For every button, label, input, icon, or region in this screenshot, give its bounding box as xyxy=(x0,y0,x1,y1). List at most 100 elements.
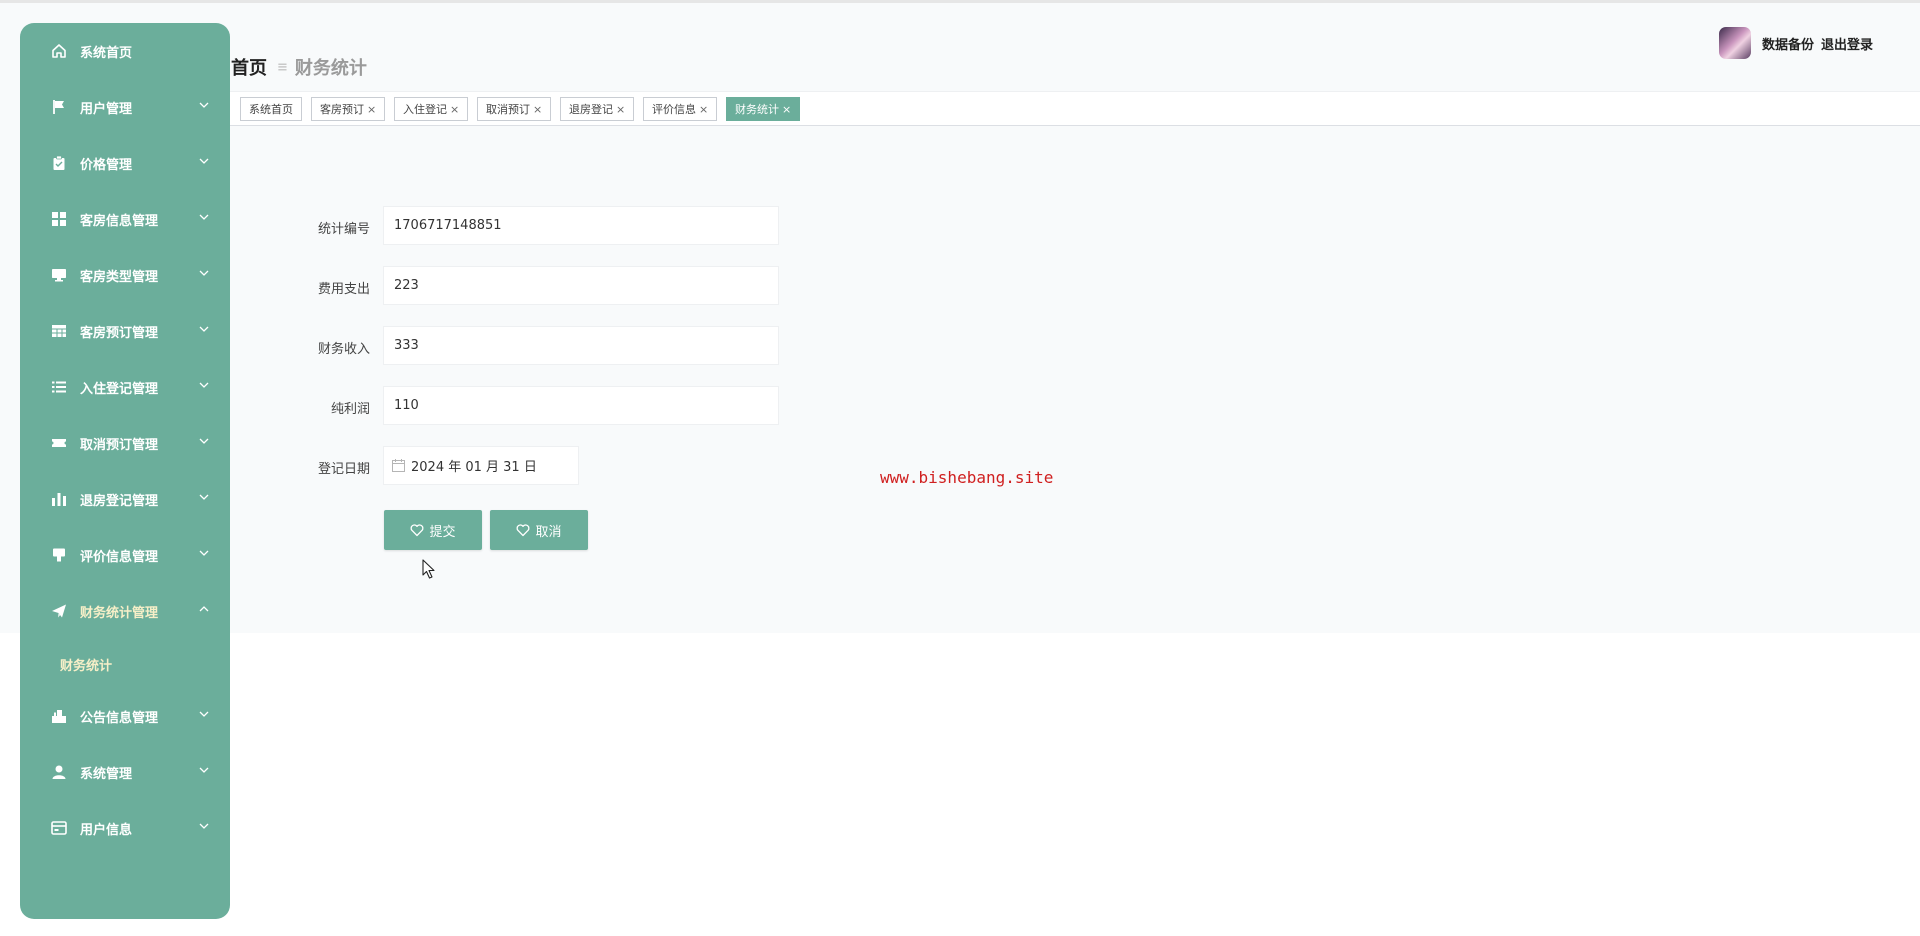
tab-label: 取消预订 xyxy=(486,103,530,116)
chevron-down-icon xyxy=(199,823,209,829)
close-icon[interactable]: × xyxy=(450,103,459,116)
stat-id-input[interactable]: 1706717148851 xyxy=(383,206,779,245)
chevron-down-icon xyxy=(199,382,209,388)
register-date-picker[interactable]: 2024 年 01 月 31 日 xyxy=(383,446,579,485)
sidebar-item-label: 系统管理 xyxy=(80,767,133,782)
sidebar-item-home[interactable]: 系统首页 xyxy=(20,31,230,71)
cancel-button[interactable]: 取消 xyxy=(490,510,588,550)
tabs-bar: 系统首页 客房预订 × 入住登记 × 取消预订 × 退房登记 × 评价信息 × … xyxy=(230,91,1920,126)
sidebar-item-label: 退房登记管理 xyxy=(80,494,159,509)
ticket-icon xyxy=(52,439,66,447)
close-icon[interactable]: × xyxy=(367,103,376,116)
sidebar-item-label: 客房类型管理 xyxy=(80,270,159,285)
chevron-down-icon xyxy=(199,214,209,220)
tab-label: 系统首页 xyxy=(249,103,293,116)
chevron-down-icon xyxy=(199,550,209,556)
avatar[interactable] xyxy=(1718,27,1751,59)
close-icon[interactable]: × xyxy=(782,103,791,116)
income-label: 财务收入 xyxy=(317,342,370,357)
sidebar: 系统首页 用户管理 价格管理 客房信息管理 客房类型管理 客房预订管理 入住登记… xyxy=(20,23,230,919)
sidebar-item-label: 价格管理 xyxy=(80,158,133,173)
tab-label: 入住登记 xyxy=(403,103,447,116)
logout-link[interactable]: 退出登录 xyxy=(1821,34,1873,53)
cancel-label: 取消 xyxy=(535,524,562,540)
monitor-icon xyxy=(52,269,66,282)
id-card-icon xyxy=(51,821,67,835)
chevron-down-icon xyxy=(199,767,209,773)
tab-label: 评价信息 xyxy=(652,103,696,116)
tab-label: 退房登记 xyxy=(569,103,613,116)
breadcrumb-home[interactable]: 首页 xyxy=(231,54,267,80)
tab-reviews[interactable]: 评价信息 × xyxy=(643,97,718,121)
chevron-down-icon xyxy=(199,711,209,717)
sidebar-item-label: 客房信息管理 xyxy=(80,214,159,229)
sidebar-item-checkout-management[interactable]: 退房登记管理 xyxy=(20,479,230,519)
sidebar-item-label: 取消预订管理 xyxy=(80,438,159,453)
user-icon xyxy=(52,765,66,779)
chevron-down-icon xyxy=(199,326,209,332)
header-actions: 数据备份 退出登录 xyxy=(1718,27,1880,59)
sidebar-item-review-management[interactable]: 评价信息管理 xyxy=(20,535,230,575)
submit-label: 提交 xyxy=(429,524,456,540)
tab-checkout[interactable]: 退房登记 × xyxy=(560,97,635,121)
expense-input[interactable]: 223 xyxy=(383,266,779,305)
chevron-down-icon xyxy=(199,438,209,444)
sidebar-item-label: 客房预订管理 xyxy=(80,326,159,341)
breadcrumb: 首页 ≡ 财务统计 xyxy=(231,54,367,80)
calendar-icon xyxy=(392,459,405,472)
sidebar-item-system-management[interactable]: 系统管理 xyxy=(20,752,230,792)
sidebar-item-room-booking-management[interactable]: 客房预订管理 xyxy=(20,311,230,351)
sidebar-item-finance-management[interactable]: 财务统计管理 xyxy=(20,591,230,631)
tab-finance-statistics[interactable]: 财务统计 × xyxy=(726,97,801,121)
comment-icon xyxy=(53,548,65,562)
net-profit-input[interactable]: 110 xyxy=(383,386,779,425)
tab-label: 财务统计 xyxy=(735,103,779,116)
sidebar-item-checkin-management[interactable]: 入住登记管理 xyxy=(20,367,230,407)
tab-room-booking[interactable]: 客房预订 × xyxy=(311,97,386,121)
chevron-down-icon xyxy=(199,494,209,500)
close-icon[interactable]: × xyxy=(533,103,542,116)
chevron-down-icon xyxy=(199,270,209,276)
submenu-item-finance-statistics[interactable]: 财务统计 xyxy=(60,648,210,678)
breadcrumb-separator: ≡ xyxy=(277,59,288,75)
sidebar-item-user-management[interactable]: 用户管理 xyxy=(20,87,230,127)
watermark-text: www.bishebang.site xyxy=(880,468,1054,487)
tab-cancel-booking[interactable]: 取消预订 × xyxy=(477,97,552,121)
home-icon xyxy=(52,44,66,58)
sidebar-item-label: 公告信息管理 xyxy=(80,711,159,726)
sidebar-item-user-info[interactable]: 用户信息 xyxy=(20,808,230,848)
submit-button[interactable]: 提交 xyxy=(384,510,482,550)
megaphone-icon xyxy=(52,710,66,723)
chevron-down-icon xyxy=(199,158,209,164)
clipboard-icon xyxy=(53,155,65,170)
register-date-label: 登记日期 xyxy=(317,462,370,477)
flag-icon xyxy=(53,100,64,114)
income-value: 333 xyxy=(394,338,419,353)
sidebar-item-label: 入住登记管理 xyxy=(80,382,159,397)
sidebar-item-room-info-management[interactable]: 客房信息管理 xyxy=(20,199,230,239)
expense-value: 223 xyxy=(394,278,419,293)
grid-icon xyxy=(52,212,66,226)
sidebar-item-cancel-booking-management[interactable]: 取消预订管理 xyxy=(20,423,230,463)
close-icon[interactable]: × xyxy=(616,103,625,116)
chevron-down-icon xyxy=(199,102,209,108)
mouse-cursor-icon xyxy=(422,559,435,579)
sidebar-item-price-management[interactable]: 价格管理 xyxy=(20,143,230,183)
list-icon xyxy=(52,381,66,393)
net-profit-label: 纯利润 xyxy=(330,402,370,417)
expense-label: 费用支出 xyxy=(317,282,370,297)
income-input[interactable]: 333 xyxy=(383,326,779,365)
submenu-item-label: 财务统计 xyxy=(60,659,113,674)
tab-checkin[interactable]: 入住登记 × xyxy=(394,97,469,121)
data-backup-link[interactable]: 数据备份 xyxy=(1762,34,1814,53)
sidebar-item-announcement-management[interactable]: 公告信息管理 xyxy=(20,696,230,736)
tab-home[interactable]: 系统首页 xyxy=(240,97,302,121)
sidebar-item-label: 用户管理 xyxy=(80,102,133,117)
close-icon[interactable]: × xyxy=(699,103,708,116)
net-profit-value: 110 xyxy=(394,398,419,413)
table-icon xyxy=(52,325,66,337)
breadcrumb-current: 财务统计 xyxy=(294,58,367,79)
heart-icon xyxy=(517,524,530,537)
paper-plane-icon xyxy=(52,604,66,618)
sidebar-item-room-type-management[interactable]: 客房类型管理 xyxy=(20,255,230,295)
